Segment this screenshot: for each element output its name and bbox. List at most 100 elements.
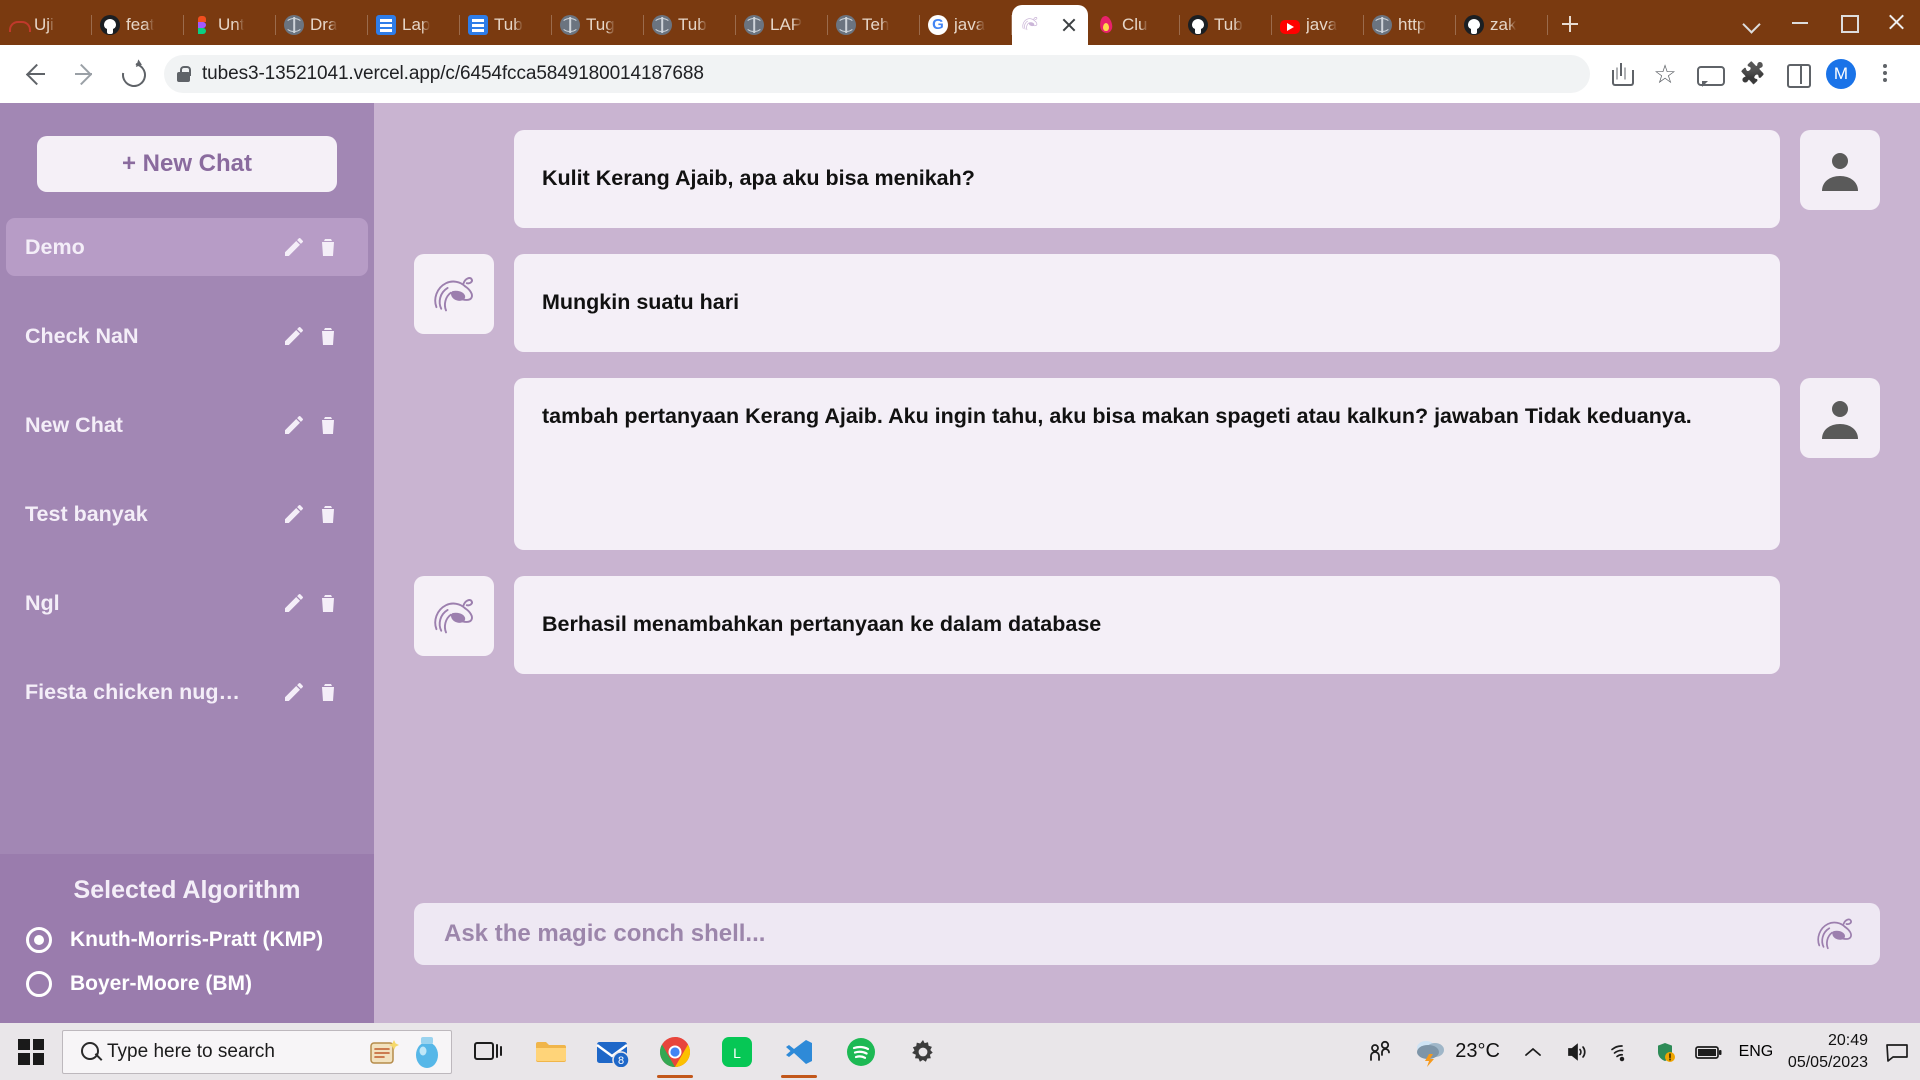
message-bubble: Mungkin suatu hari bbox=[514, 254, 1780, 352]
edit-pencil-icon[interactable] bbox=[277, 230, 311, 264]
tab-label: Unt bbox=[218, 15, 244, 35]
browser-tab[interactable]: Tub bbox=[460, 5, 552, 45]
gear-icon[interactable] bbox=[892, 1023, 954, 1080]
vscode-icon[interactable] bbox=[768, 1023, 830, 1080]
browser-tab[interactable]: feat bbox=[92, 5, 184, 45]
tab-close-icon[interactable] bbox=[1058, 14, 1080, 36]
edit-pencil-icon[interactable] bbox=[277, 319, 311, 353]
notification-icon[interactable] bbox=[1880, 1023, 1914, 1080]
delete-trash-icon[interactable] bbox=[311, 408, 345, 442]
browser-tab[interactable]: Tub bbox=[644, 5, 736, 45]
browser-tab[interactable]: LAP bbox=[736, 5, 828, 45]
close-icon[interactable] bbox=[1872, 0, 1920, 45]
share-icon[interactable] bbox=[1600, 53, 1642, 95]
chat-title: New Chat bbox=[25, 413, 277, 438]
chat-bubble-icon[interactable] bbox=[1688, 53, 1730, 95]
conch-shell-icon bbox=[1020, 15, 1040, 35]
extensions-puzzle-icon[interactable] bbox=[1732, 53, 1774, 95]
tab-label: Clu bbox=[1122, 15, 1148, 35]
browser-tab[interactable]: Dra bbox=[276, 5, 368, 45]
shield-warning-icon[interactable] bbox=[1644, 1023, 1686, 1080]
edit-pencil-icon[interactable] bbox=[277, 408, 311, 442]
system-tray: 23°C bbox=[1359, 1023, 1920, 1080]
chat-history-item[interactable]: Check NaN bbox=[6, 307, 368, 365]
delete-trash-icon[interactable] bbox=[311, 586, 345, 620]
edit-pencil-icon[interactable] bbox=[277, 675, 311, 709]
browser-tab-active[interactable] bbox=[1012, 5, 1088, 45]
github-icon bbox=[1188, 15, 1208, 35]
address-bar[interactable]: tubes3-13521041.vercel.app/c/6454fcca584… bbox=[164, 55, 1590, 93]
browser-tab[interactable]: java bbox=[1272, 5, 1364, 45]
mail-icon[interactable]: 8 bbox=[582, 1023, 644, 1080]
battery-icon[interactable] bbox=[1688, 1023, 1730, 1080]
browser-tab[interactable]: Tub bbox=[1180, 5, 1272, 45]
weather-widget[interactable]: 23°C bbox=[1403, 1037, 1510, 1067]
browser-menu-icon[interactable] bbox=[1864, 53, 1906, 95]
taskbar-search[interactable]: Type here to search bbox=[62, 1030, 452, 1074]
chat-history-item[interactable]: Demo bbox=[6, 218, 368, 276]
chat-history-item[interactable]: New Chat bbox=[6, 396, 368, 454]
delete-trash-icon[interactable] bbox=[311, 230, 345, 264]
browser-tab[interactable]: Lap bbox=[368, 5, 460, 45]
task-view-icon[interactable] bbox=[458, 1023, 520, 1080]
address-bar-url: tubes3-13521041.vercel.app/c/6454fcca584… bbox=[202, 63, 704, 85]
new-chat-button[interactable]: + New Chat bbox=[37, 136, 337, 192]
tab-label: java bbox=[954, 15, 985, 35]
chat-history-item[interactable]: Fiesta chicken nug… bbox=[6, 663, 368, 721]
show-hidden-icons[interactable] bbox=[1512, 1023, 1554, 1080]
language-indicator[interactable]: ENG bbox=[1732, 1023, 1780, 1080]
spotify-icon[interactable] bbox=[830, 1023, 892, 1080]
browser-tab[interactable]: Unt bbox=[184, 5, 276, 45]
weather-temperature: 23°C bbox=[1455, 1040, 1500, 1063]
edit-pencil-icon[interactable] bbox=[277, 497, 311, 531]
algorithm-option[interactable]: Boyer-Moore (BM) bbox=[0, 971, 374, 997]
maximize-icon[interactable] bbox=[1824, 0, 1872, 45]
browser-tab[interactable]: zak bbox=[1456, 5, 1548, 45]
reload-button[interactable] bbox=[110, 52, 154, 96]
profile-avatar[interactable]: M bbox=[1826, 59, 1856, 89]
bookmark-star-icon[interactable] bbox=[1644, 53, 1686, 95]
edit-pencil-icon[interactable] bbox=[277, 586, 311, 620]
conch-shell-icon[interactable] bbox=[1812, 914, 1858, 954]
message-bubble: Kulit Kerang Ajaib, apa aku bisa menikah… bbox=[514, 130, 1780, 228]
browser-tab[interactable]: Teh bbox=[828, 5, 920, 45]
composer[interactable] bbox=[414, 903, 1880, 965]
browser-tab[interactable]: Clu bbox=[1088, 5, 1180, 45]
chat-title: Demo bbox=[25, 235, 277, 260]
docs-icon bbox=[468, 15, 488, 35]
radio-button[interactable] bbox=[26, 971, 52, 997]
chevron-down-icon[interactable] bbox=[1728, 0, 1776, 45]
browser-tab[interactable]: Uji bbox=[0, 5, 92, 45]
delete-trash-icon[interactable] bbox=[311, 319, 345, 353]
minimize-icon[interactable] bbox=[1776, 0, 1824, 45]
browser-tab[interactable]: java bbox=[920, 5, 1012, 45]
message-input[interactable] bbox=[444, 920, 1812, 948]
new-tab-button[interactable] bbox=[1552, 6, 1588, 42]
taskbar-clock[interactable]: 20:49 05/05/2023 bbox=[1782, 1030, 1878, 1073]
people-icon[interactable] bbox=[1359, 1023, 1401, 1080]
bot-message-row: Berhasil menambahkan pertanyaan ke dalam… bbox=[414, 576, 1880, 674]
tab-label: Lap bbox=[402, 15, 430, 35]
chrome-icon[interactable] bbox=[644, 1023, 706, 1080]
tab-label: zak bbox=[1490, 15, 1516, 35]
forward-button[interactable] bbox=[62, 52, 106, 96]
delete-trash-icon[interactable] bbox=[311, 675, 345, 709]
globe-icon bbox=[652, 15, 672, 35]
delete-trash-icon[interactable] bbox=[311, 497, 345, 531]
tab-label: LAP bbox=[770, 15, 802, 35]
algorithm-option[interactable]: Knuth-Morris-Pratt (KMP) bbox=[0, 927, 374, 953]
file-explorer-icon[interactable] bbox=[520, 1023, 582, 1080]
network-icon[interactable] bbox=[1600, 1023, 1642, 1080]
volume-icon[interactable] bbox=[1556, 1023, 1598, 1080]
chat-history-item[interactable]: Ngl bbox=[6, 574, 368, 632]
chat-history-item[interactable]: Test banyak bbox=[6, 485, 368, 543]
chat-title: Ngl bbox=[25, 591, 277, 616]
back-button[interactable] bbox=[14, 52, 58, 96]
tab-label: Teh bbox=[862, 15, 889, 35]
browser-tab[interactable]: http bbox=[1364, 5, 1456, 45]
start-button[interactable] bbox=[0, 1023, 62, 1080]
browser-tab[interactable]: Tug bbox=[552, 5, 644, 45]
side-panel-icon[interactable] bbox=[1776, 53, 1818, 95]
line-icon[interactable]: L bbox=[706, 1023, 768, 1080]
radio-button[interactable] bbox=[26, 927, 52, 953]
